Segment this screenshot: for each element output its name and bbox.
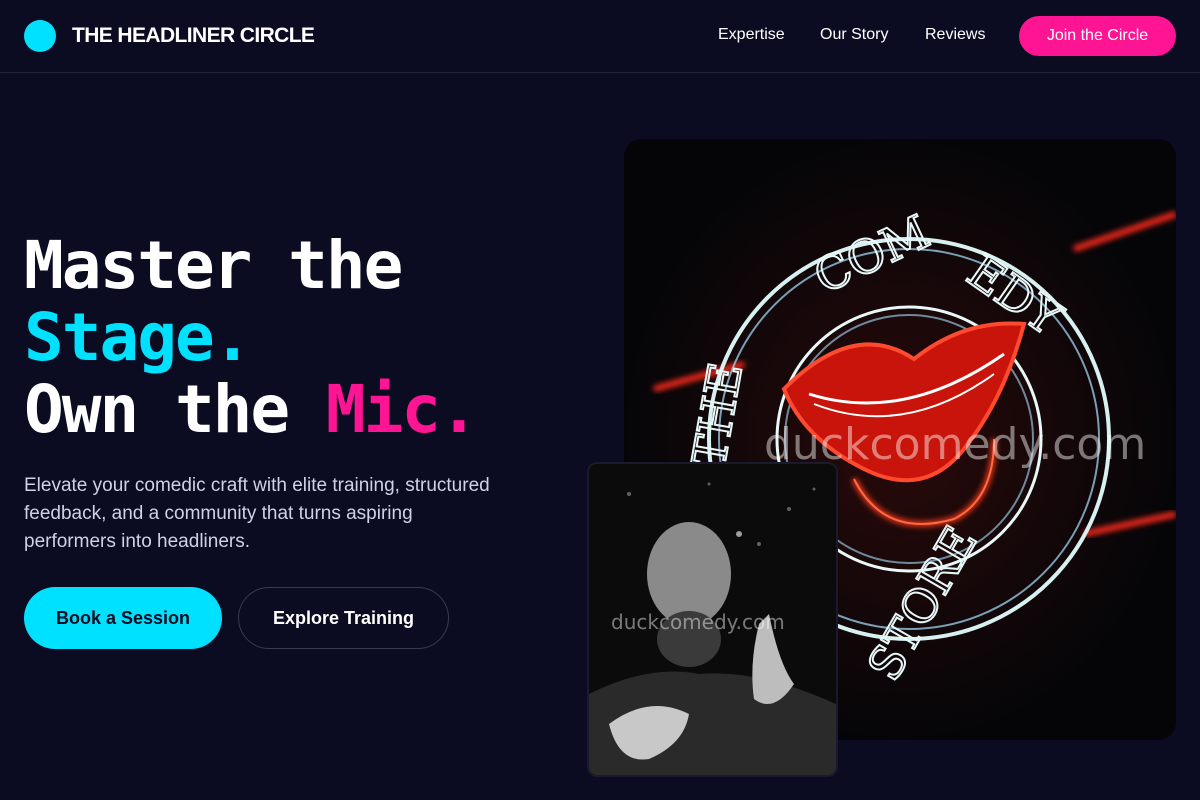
book-session-button[interactable]: Book a Session	[24, 587, 222, 649]
nav-link-reviews[interactable]: Reviews	[925, 26, 985, 44]
inset-image-watermark: duckcomedy.com	[611, 610, 785, 634]
comedian-portrait-illustration: duckcomedy.com	[589, 464, 836, 775]
hero-title-line-2: Stage.	[24, 299, 252, 376]
join-circle-button[interactable]: Join the Circle	[1019, 16, 1176, 56]
comedian-portrait-image: duckcomedy.com	[587, 462, 838, 777]
explore-training-button[interactable]: Explore Training	[238, 587, 449, 649]
site-header: THE HEADLINER CIRCLE Expertise Our Story…	[0, 0, 1200, 73]
nav-link-our-story[interactable]: Our Story	[820, 26, 888, 44]
nav-link-expertise[interactable]: Expertise	[718, 26, 785, 44]
hero-subtext: Elevate your comedic craft with elite tr…	[24, 475, 490, 552]
hero-title-line-3: Own the Mic.	[24, 377, 479, 443]
hero-title-accent: Mic.	[325, 371, 479, 448]
hero-title-line-1: Master the	[24, 227, 403, 304]
hero-title-line-3-prefix: Own the	[24, 371, 326, 448]
brand-name[interactable]: THE HEADLINER CIRCLE	[72, 24, 315, 48]
logo-icon[interactable]	[24, 20, 56, 52]
